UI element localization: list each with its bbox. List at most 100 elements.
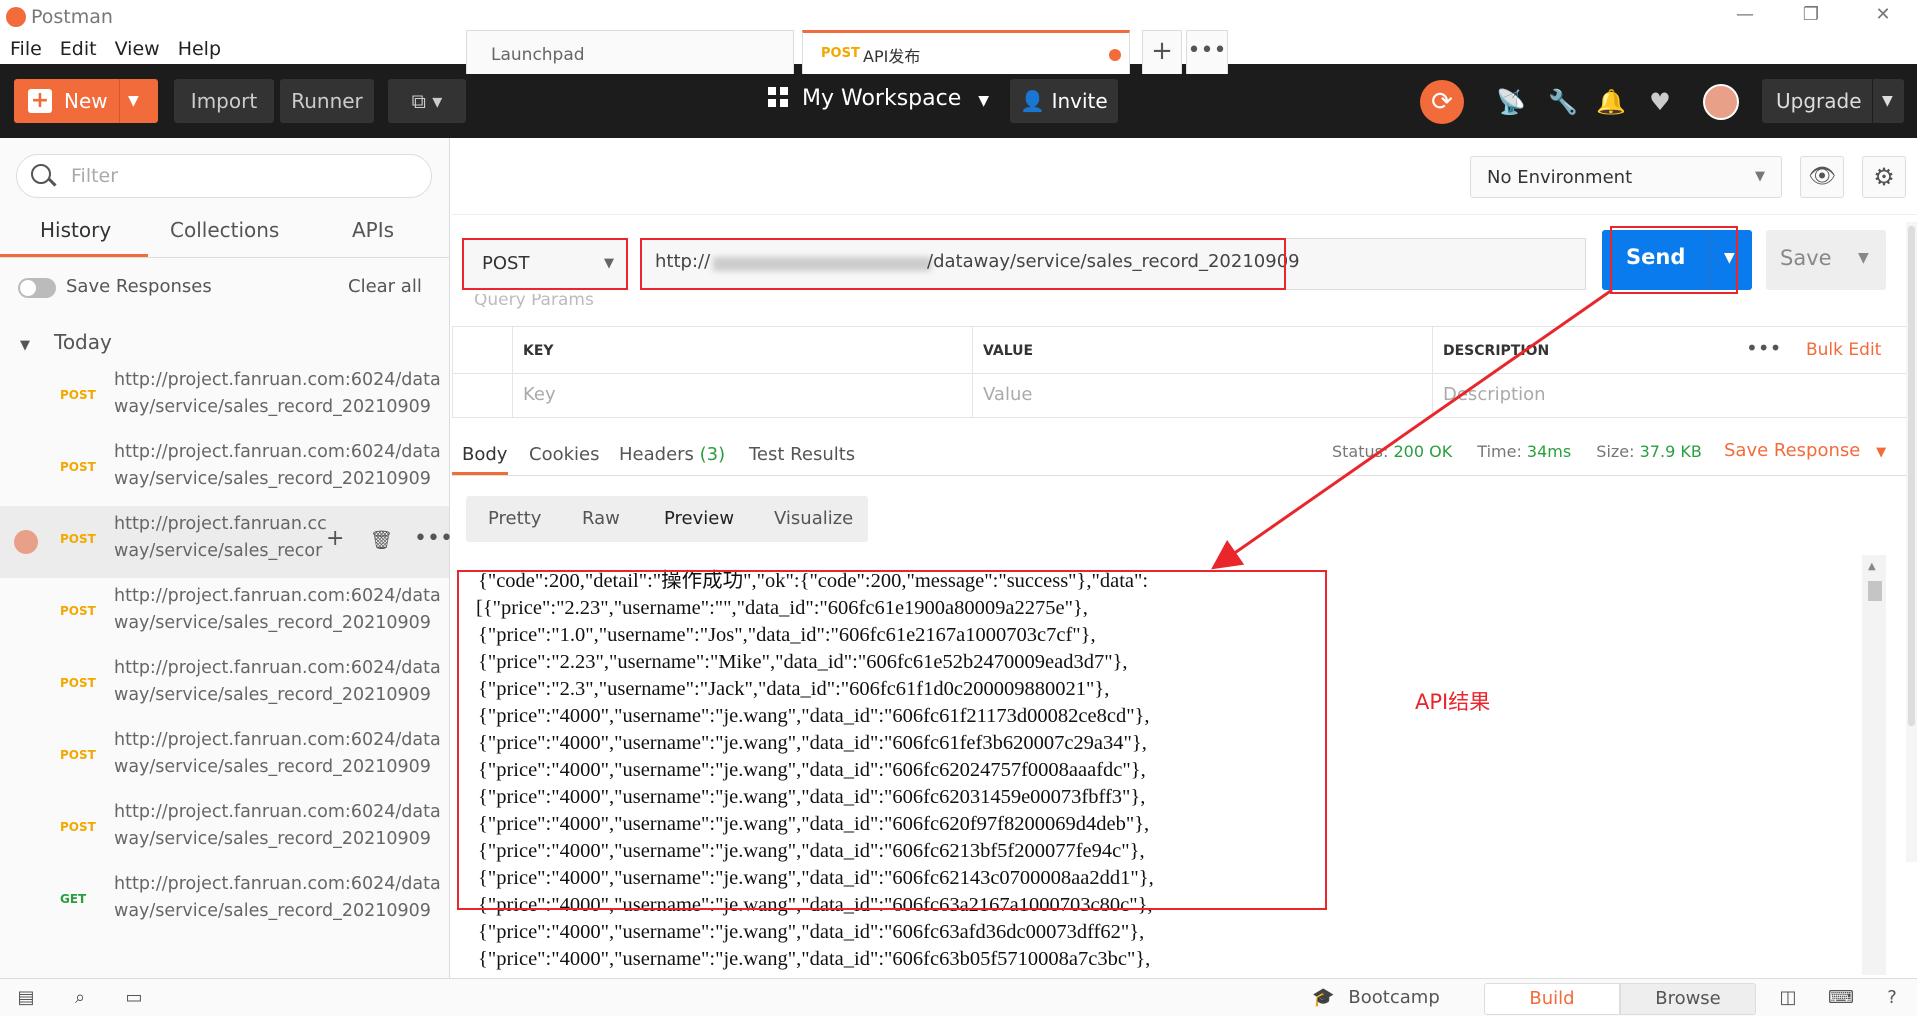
tab-options-button[interactable]: ••• — [1186, 30, 1228, 74]
menu-help[interactable]: Help — [178, 34, 221, 64]
response-meta: Status: 200 OK Time: 34ms Size: 37.9 KB — [1332, 442, 1702, 461]
response-line: {"price":"4000","username":"je.wang","da… — [478, 921, 1145, 943]
tab-test-results[interactable]: Test Results — [749, 444, 855, 465]
avatar[interactable] — [1703, 84, 1739, 120]
save-response-button[interactable]: Save Response ▼ — [1724, 440, 1886, 461]
headers-count: (3) — [699, 444, 726, 465]
more-icon[interactable]: ••• — [414, 526, 453, 551]
history-item[interactable]: POST http://project.fanruan.com:6024/dat… — [0, 650, 449, 722]
help-icon[interactable]: ? — [1880, 987, 1904, 1009]
history-item[interactable]: POST http://project.fanruan.com:6024/dat… — [0, 794, 449, 866]
tab-api-publish[interactable]: POST API发布 — [802, 30, 1130, 74]
method-badge: POST — [60, 748, 96, 762]
heart-icon[interactable]: ♥ — [1646, 88, 1674, 116]
history-url: way/service/sales_record_20210909 — [114, 829, 431, 849]
new-button[interactable]: + New ▼ — [14, 79, 158, 123]
query-params-label: Query Params — [474, 294, 594, 310]
tab-visualize[interactable]: Visualize — [774, 508, 853, 529]
tab-headers[interactable]: Headers (3) — [619, 444, 725, 465]
new-window-button[interactable]: ⧉ ▾ — [388, 79, 466, 123]
value-input[interactable]: Value — [972, 374, 1432, 418]
workspace-selector[interactable]: My Workspace ▼ — [768, 86, 989, 111]
response-scrollbar[interactable]: ▲ — [1862, 555, 1886, 975]
tab-body[interactable]: Body — [462, 444, 507, 465]
main-scrollbar[interactable] — [1906, 222, 1917, 862]
sidebar-toggle-icon[interactable]: ▤ — [14, 987, 38, 1009]
history-url: http://project.fanruan.com:6024/data — [114, 658, 441, 678]
minimize-icon[interactable]: — — [1730, 4, 1760, 30]
menu-edit[interactable]: Edit — [60, 34, 97, 64]
tab-pretty[interactable]: Pretty — [488, 508, 541, 529]
chevron-down-icon[interactable]: ▼ — [1858, 250, 1869, 266]
satellite-icon[interactable]: 📡 — [1496, 88, 1526, 116]
upgrade-button[interactable]: Upgrade ▼ — [1762, 79, 1904, 123]
build-tab[interactable]: Build — [1484, 983, 1620, 1015]
top-toolbar: + New ▼ Import Runner ⧉ ▾ My Workspace ▼… — [0, 64, 1917, 138]
save-button[interactable]: Save ▼ — [1766, 230, 1886, 290]
column-header-value: VALUE — [972, 326, 1432, 374]
save-response-label: Save Response — [1724, 440, 1861, 461]
find-icon[interactable]: ⌕ — [68, 987, 92, 1009]
add-to-collection-icon[interactable]: + — [326, 526, 344, 551]
view-mode-tabs: Pretty Raw Preview Visualize — [466, 496, 868, 542]
tab-preview[interactable]: Preview — [664, 508, 734, 529]
save-responses-toggle[interactable] — [18, 278, 56, 298]
chevron-down-icon[interactable]: ▼ — [1882, 79, 1893, 123]
menu-file[interactable]: File — [10, 34, 42, 64]
scrollbar-thumb[interactable] — [1868, 581, 1882, 601]
tab-collections[interactable]: Collections — [170, 218, 279, 242]
history-url: way/service/sales_record_20210909 — [114, 901, 431, 921]
restore-icon[interactable]: ❐ — [1796, 4, 1826, 30]
history-url: way/service/sales_recor — [114, 541, 323, 561]
two-pane-icon[interactable]: ◫ — [1776, 987, 1800, 1009]
tab-history[interactable]: History — [40, 218, 111, 242]
filter-input[interactable]: Filter — [16, 154, 432, 198]
tab-raw[interactable]: Raw — [582, 508, 620, 529]
chevron-down-icon[interactable]: ▼ — [128, 79, 139, 123]
bell-icon[interactable]: 🔔 — [1596, 88, 1626, 116]
trash-icon[interactable]: 🗑 — [370, 530, 393, 551]
scrollbar-thumb[interactable] — [1908, 226, 1915, 726]
bootcamp-button[interactable]: 🎓 Bootcamp — [1312, 987, 1440, 1008]
params-table: KEY VALUE DESCRIPTION Key Value Descript… — [452, 326, 1912, 418]
bulk-edit-button[interactable]: Bulk Edit — [1806, 340, 1881, 360]
environment-select[interactable]: No Environment ▼ — [1470, 156, 1782, 198]
console-icon[interactable]: ▭ — [122, 987, 146, 1009]
history-item[interactable]: GET http://project.fanruan.com:6024/data… — [0, 866, 449, 938]
history-item[interactable]: POST http://project.fanruan.com:6024/dat… — [0, 578, 449, 650]
gear-icon[interactable]: ⚙ — [1862, 156, 1906, 198]
wrench-icon[interactable]: 🔧 — [1548, 88, 1578, 116]
new-tab-button[interactable]: + — [1142, 30, 1182, 74]
close-icon[interactable]: ✕ — [1868, 4, 1898, 30]
method-select[interactable]: POST ▼ — [462, 238, 628, 290]
new-window-icon: ⧉ ▾ — [411, 89, 443, 113]
key-input[interactable]: Key — [512, 374, 972, 418]
more-icon[interactable]: ••• — [1746, 336, 1781, 360]
time-label: Time: — [1477, 442, 1522, 461]
save-label: Save — [1780, 246, 1832, 270]
bootcamp-label: Bootcamp — [1348, 987, 1440, 1008]
history-item[interactable]: POST http://project.fanruan.com:6024/dat… — [0, 722, 449, 794]
tab-cookies[interactable]: Cookies — [529, 444, 599, 465]
menu-view[interactable]: View — [115, 34, 160, 64]
workspace-label: My Workspace — [802, 86, 962, 111]
runner-button[interactable]: Runner — [280, 79, 374, 123]
description-input[interactable]: Description — [1432, 374, 1912, 418]
tab-launchpad[interactable]: Launchpad — [466, 30, 794, 74]
save-responses-label: Save Responses — [66, 276, 212, 297]
eye-icon[interactable]: 👁 — [1800, 156, 1844, 198]
history-item[interactable]: POST http://project.fanruan.cc way/servi… — [0, 506, 453, 578]
tab-apis[interactable]: APIs — [352, 218, 394, 242]
keyboard-icon[interactable]: ⌨ — [1828, 987, 1854, 1009]
browse-tab[interactable]: Browse — [1620, 983, 1756, 1015]
scroll-up-icon[interactable]: ▲ — [1868, 561, 1876, 572]
history-item[interactable]: POST http://project.fanruan.com:6024/dat… — [0, 434, 449, 506]
collapse-caret-icon[interactable]: ▼ — [20, 338, 30, 353]
history-url: http://project.fanruan.com:6024/data — [114, 874, 441, 894]
import-button[interactable]: Import — [174, 79, 274, 123]
clear-all-button[interactable]: Clear all — [348, 276, 422, 297]
history-item[interactable]: POST http://project.fanruan.com:6024/dat… — [0, 362, 449, 434]
invite-button[interactable]: 👤 Invite — [1010, 79, 1118, 123]
filter-placeholder: Filter — [71, 165, 119, 187]
sync-icon[interactable]: ⟳ — [1420, 80, 1464, 124]
